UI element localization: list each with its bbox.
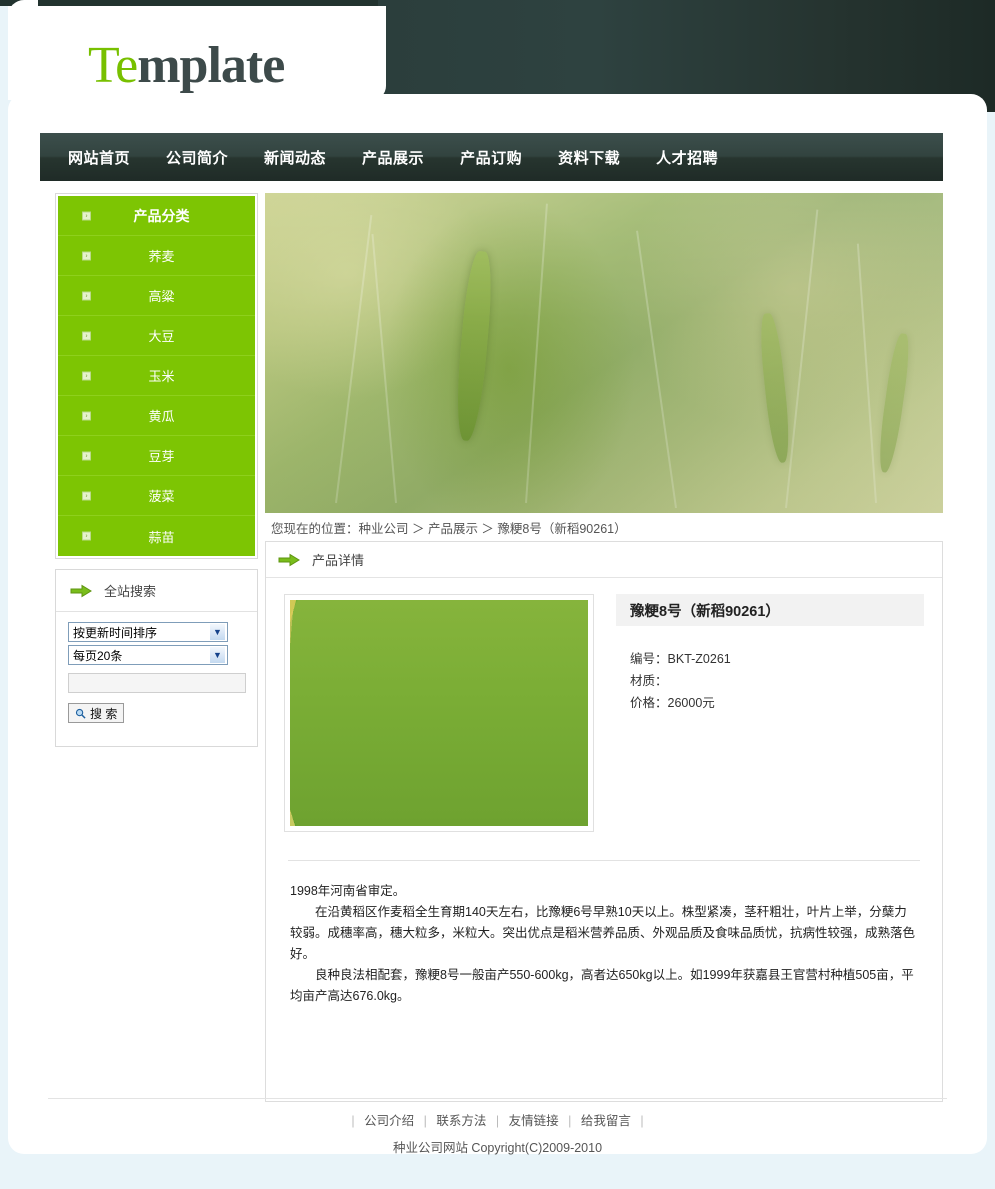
bullet-icon: ›: [82, 331, 91, 340]
footer: | 公司介绍 | 联系方法 | 友情链接 | 给我留言 | 种业公司网站 Cop…: [0, 1110, 995, 1156]
footer-separator: |: [495, 1114, 500, 1128]
product-title: 豫粳8号（新稻90261）: [616, 594, 924, 626]
sidebar-item-spinach[interactable]: › 菠菜: [58, 476, 255, 516]
nav-item-about[interactable]: 公司简介: [166, 147, 228, 168]
bullet-icon: ›: [82, 251, 91, 260]
bullet-icon: ›: [82, 291, 91, 300]
panel-title: 产品详情: [312, 553, 365, 568]
sidebar: › 产品分类 › 荞麦 › 高粱 › 大豆 › 玉米 › 黄瓜 › 豆芽 › 菠…: [55, 193, 258, 747]
sidebar-item-sorghum[interactable]: › 高粱: [58, 276, 255, 316]
green-arrow-icon: [70, 584, 92, 597]
copyright: 种业公司网站 Copyright(C)2009-2010: [392, 1141, 603, 1155]
footer-separator: |: [423, 1114, 427, 1128]
search-panel-body: 按更新时间排序 ▼ 每页20条 ▼ 搜 索: [56, 612, 257, 746]
main-navigation: 网站首页 公司简介 新闻动态 产品展示 产品订购 资料下载 人才招聘: [40, 133, 943, 181]
product-field-material-label: 材质：: [630, 674, 668, 688]
main-content: 您现在的位置：种业公司 ＞ 产品展示 ＞ 豫粳8号（新稻90261） 产品详情 …: [265, 193, 943, 1102]
sidebar-item-cucumber[interactable]: › 黄瓜: [58, 396, 255, 436]
footer-separator: |: [640, 1114, 644, 1128]
product-image: [290, 600, 588, 826]
panel-body: 豫粳8号（新稻90261） 编号：BKT-Z0261 材质： 价格：26000元: [266, 578, 942, 1101]
category-box: › 产品分类 › 荞麦 › 高粱 › 大豆 › 玉米 › 黄瓜 › 豆芽 › 菠…: [55, 193, 258, 559]
bullet-icon: ›: [82, 451, 91, 460]
nav-item-careers[interactable]: 人才招聘: [656, 147, 718, 168]
search-button-label: 搜 索: [90, 706, 118, 721]
product-detail-panel: 产品详情 豫粳8号（新稻90261） 编号：BKT-Z0261 材质： 价格：2…: [265, 541, 943, 1102]
product-field-price-value: 26000元: [667, 696, 715, 710]
site-search-panel: 全站搜索 按更新时间排序 ▼ 每页20条 ▼ 搜 索: [55, 569, 258, 747]
product-image-frame[interactable]: [284, 594, 594, 832]
footer-links: | 公司介绍 | 联系方法 | 友情链接 | 给我留言 |: [0, 1110, 995, 1129]
product-fields: 编号：BKT-Z0261 材质： 价格：26000元: [616, 626, 924, 714]
footer-link-guestbook[interactable]: 给我留言: [581, 1114, 631, 1128]
category-header: › 产品分类: [58, 196, 255, 236]
footer-link-friendlinks[interactable]: 友情链接: [509, 1114, 559, 1128]
panel-header: 产品详情: [266, 542, 942, 578]
nav-item-products[interactable]: 产品展示: [362, 147, 424, 168]
footer-link-about[interactable]: 公司介绍: [364, 1114, 414, 1128]
search-panel-title: 全站搜索: [104, 584, 157, 599]
footer-separator: |: [568, 1114, 572, 1128]
page-size-value: 每页20条: [73, 648, 123, 663]
breadcrumb: 您现在的位置：种业公司 ＞ 产品展示 ＞ 豫粳8号（新稻90261）: [271, 521, 627, 536]
bullet-icon: ›: [82, 491, 91, 500]
bullet-icon: ›: [82, 531, 91, 541]
category-list: › 产品分类 › 荞麦 › 高粱 › 大豆 › 玉米 › 黄瓜 › 豆芽 › 菠…: [58, 196, 255, 556]
sort-order-select[interactable]: 按更新时间排序 ▼: [68, 622, 228, 642]
divider: [288, 860, 920, 861]
bullet-icon: ›: [82, 411, 91, 420]
product-info: 豫粳8号（新稻90261） 编号：BKT-Z0261 材质： 价格：26000元: [594, 594, 924, 832]
product-field-material: 材质：: [630, 670, 924, 692]
product-field-code-value: BKT-Z0261: [667, 652, 731, 666]
logo-letter-e: e: [115, 37, 138, 94]
chevron-down-icon: ▼: [209, 646, 226, 664]
sort-order-value: 按更新时间排序: [73, 625, 158, 640]
product-field-code: 编号：BKT-Z0261: [630, 648, 924, 670]
nav-item-order[interactable]: 产品订购: [460, 147, 522, 168]
product-field-code-label: 编号：: [630, 652, 668, 666]
sidebar-item-buckwheat[interactable]: › 荞麦: [58, 236, 255, 276]
search-icon: [75, 708, 86, 719]
logo-rest: mplate: [137, 37, 285, 94]
sidebar-item-soybean[interactable]: › 大豆: [58, 316, 255, 356]
nav-item-home[interactable]: 网站首页: [68, 147, 130, 168]
sidebar-item-corn[interactable]: › 玉米: [58, 356, 255, 396]
footer-link-contact[interactable]: 联系方法: [436, 1114, 486, 1128]
page-size-select[interactable]: 每页20条 ▼: [68, 645, 228, 665]
logo-letter-t: T: [88, 37, 116, 94]
nav-item-downloads[interactable]: 资料下载: [558, 147, 620, 168]
product-description: 1998年河南省审定。 在沿黄稻区作麦稻全生育期140天左右，比豫粳6号早熟10…: [284, 881, 924, 1081]
nav-item-news[interactable]: 新闻动态: [264, 147, 326, 168]
footer-divider: [48, 1098, 947, 1099]
search-input[interactable]: [68, 673, 246, 693]
description-line-1: 1998年河南省审定。: [290, 884, 406, 898]
page-root: Template 网站首页 公司简介 新闻动态 产品展示 产品订购 资料下载 人…: [0, 0, 995, 1189]
sidebar-item-garlicsprout[interactable]: › 蒜苗: [58, 516, 255, 556]
chevron-down-icon: ▼: [209, 623, 226, 641]
description-line-3: 良种良法相配套，豫粳8号一般亩产550-600kg，高者达650kg以上。如19…: [290, 968, 914, 1003]
site-logo[interactable]: Template: [88, 37, 285, 94]
sidebar-item-beansprout[interactable]: › 豆芽: [58, 436, 255, 476]
product-field-price: 价格：26000元: [630, 692, 924, 714]
product-field-price-label: 价格：: [630, 696, 668, 710]
search-panel-header: 全站搜索: [56, 570, 257, 612]
footer-separator: |: [351, 1114, 355, 1128]
banner-overlay: [265, 193, 943, 513]
bullet-icon: ›: [82, 371, 91, 380]
banner-image: [265, 193, 943, 513]
product-summary: 豫粳8号（新稻90261） 编号：BKT-Z0261 材质： 价格：26000元: [284, 594, 924, 832]
search-button[interactable]: 搜 索: [68, 703, 125, 723]
bullet-icon: ›: [82, 211, 91, 220]
description-line-2: 在沿黄稻区作麦稻全生育期140天左右，比豫粳6号早熟10天以上。株型紧凑，茎秆粗…: [290, 905, 916, 961]
green-arrow-icon: [278, 553, 300, 566]
